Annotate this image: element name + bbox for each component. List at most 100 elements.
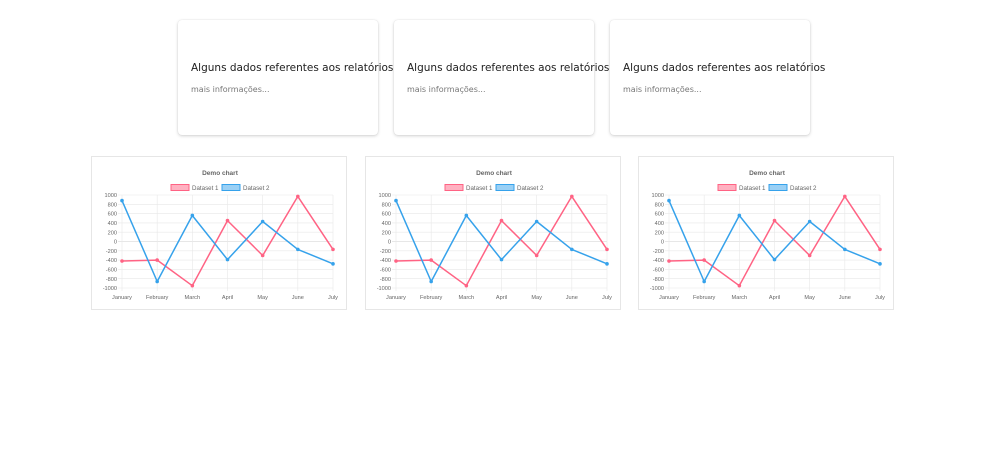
x-tick-label: June (566, 295, 578, 301)
data-point[interactable] (296, 247, 300, 252)
data-point[interactable] (772, 257, 777, 262)
y-tick-label: -800 (380, 277, 391, 283)
legend-item[interactable]: Dataset 1 (170, 184, 219, 193)
data-point[interactable] (190, 213, 195, 218)
x-tick-label: February (420, 295, 443, 301)
data-point[interactable] (296, 194, 300, 199)
data-point[interactable] (394, 198, 398, 203)
y-tick-label: -1000 (650, 286, 664, 292)
y-tick-label: 1000 (379, 193, 391, 199)
x-tick-label: February (693, 295, 716, 301)
x-tick-label: March (732, 295, 748, 301)
legend-label: Dataset 1 (466, 185, 493, 192)
y-tick-label: 0 (661, 240, 664, 246)
line-chart: Demo chart Dataset 1 Dataset 2 1000 800 600 40… (650, 170, 885, 301)
card-subtitle: mais informações... (407, 85, 486, 94)
data-point[interactable] (667, 198, 671, 203)
data-point[interactable] (878, 247, 882, 252)
data-point[interactable] (878, 262, 882, 266)
data-point[interactable] (260, 219, 265, 224)
data-point[interactable] (570, 194, 574, 199)
data-point[interactable] (394, 259, 398, 263)
x-tick-label: May (531, 295, 542, 301)
data-point[interactable] (737, 283, 742, 288)
data-point[interactable] (499, 218, 504, 223)
data-point[interactable] (737, 213, 742, 218)
x-tick-label: April (769, 295, 780, 301)
card-subtitle: mais informações... (191, 85, 270, 94)
data-point[interactable] (260, 253, 265, 258)
data-point[interactable] (702, 258, 706, 262)
y-tick-label: -600 (653, 268, 664, 274)
data-point[interactable] (120, 198, 124, 203)
legend-item[interactable]: Dataset 2 (768, 184, 817, 193)
legend-item[interactable]: Dataset 2 (221, 184, 270, 193)
data-point[interactable] (843, 194, 847, 199)
y-tick-label: -600 (106, 268, 117, 274)
x-tick-label: January (112, 295, 132, 301)
x-tick-label: June (292, 295, 304, 301)
data-point[interactable] (429, 279, 433, 284)
x-tick-label: March (185, 295, 201, 301)
y-tick-label: 800 (108, 202, 117, 208)
legend-label: Dataset 1 (192, 185, 219, 192)
y-tick-label: 800 (655, 202, 664, 208)
legend-swatch (170, 184, 190, 191)
y-tick-label: -400 (653, 258, 664, 264)
data-point[interactable] (190, 283, 195, 288)
data-point[interactable] (605, 247, 609, 252)
data-point[interactable] (120, 259, 124, 263)
data-point[interactable] (702, 279, 706, 284)
y-tick-label: -400 (106, 258, 117, 264)
data-point[interactable] (843, 247, 847, 252)
data-point[interactable] (464, 213, 469, 218)
x-tick-label: July (875, 295, 885, 301)
y-tick-label: 200 (108, 230, 117, 236)
info-card: Alguns dados referentes aos relatórios m… (178, 20, 393, 135)
x-tick-label: April (496, 295, 507, 301)
y-tick-label: 200 (655, 230, 664, 236)
data-point[interactable] (155, 279, 159, 284)
data-point[interactable] (464, 283, 469, 288)
y-tick-label: 400 (655, 221, 664, 227)
x-tick-label: July (602, 295, 612, 301)
legend-swatch (768, 184, 788, 191)
x-tick-label: February (146, 295, 169, 301)
chart-card: Demo chart Dataset 1 Dataset 2 1000 800 600 40… (91, 156, 347, 310)
y-tick-label: 600 (655, 212, 664, 218)
y-tick-label: 200 (382, 230, 391, 236)
y-tick-label: -1000 (377, 286, 391, 292)
legend-label: Dataset 1 (739, 185, 766, 192)
data-point[interactable] (534, 219, 539, 224)
card-subtitle: mais informações... (623, 85, 702, 94)
data-point[interactable] (667, 259, 671, 263)
legend-label: Dataset 2 (243, 185, 270, 192)
data-point[interactable] (499, 257, 504, 262)
data-point[interactable] (534, 253, 539, 258)
y-tick-label: 600 (108, 212, 117, 218)
data-point[interactable] (429, 258, 433, 262)
legend-label: Dataset 2 (517, 185, 544, 192)
x-tick-label: June (839, 295, 851, 301)
data-point[interactable] (225, 257, 230, 262)
info-card: Alguns dados referentes aos relatórios m… (610, 20, 825, 135)
data-point[interactable] (807, 253, 812, 258)
y-tick-label: -200 (106, 249, 117, 255)
y-tick-label: -1000 (103, 286, 117, 292)
data-point[interactable] (772, 218, 777, 223)
data-point[interactable] (155, 258, 159, 262)
data-point[interactable] (807, 219, 812, 224)
legend-swatch (717, 184, 737, 191)
legend-swatch (495, 184, 515, 191)
line-chart: Demo chart Dataset 1 Dataset 2 1000 800 600 40… (103, 170, 338, 301)
legend-item[interactable]: Dataset 1 (717, 184, 766, 193)
y-tick-label: -800 (106, 277, 117, 283)
data-point[interactable] (570, 247, 574, 252)
legend-item[interactable]: Dataset 2 (495, 184, 544, 193)
data-point[interactable] (225, 218, 230, 223)
data-point[interactable] (331, 262, 335, 266)
data-point[interactable] (605, 262, 609, 266)
x-tick-label: January (659, 295, 679, 301)
legend-item[interactable]: Dataset 1 (444, 184, 493, 193)
data-point[interactable] (331, 247, 335, 252)
